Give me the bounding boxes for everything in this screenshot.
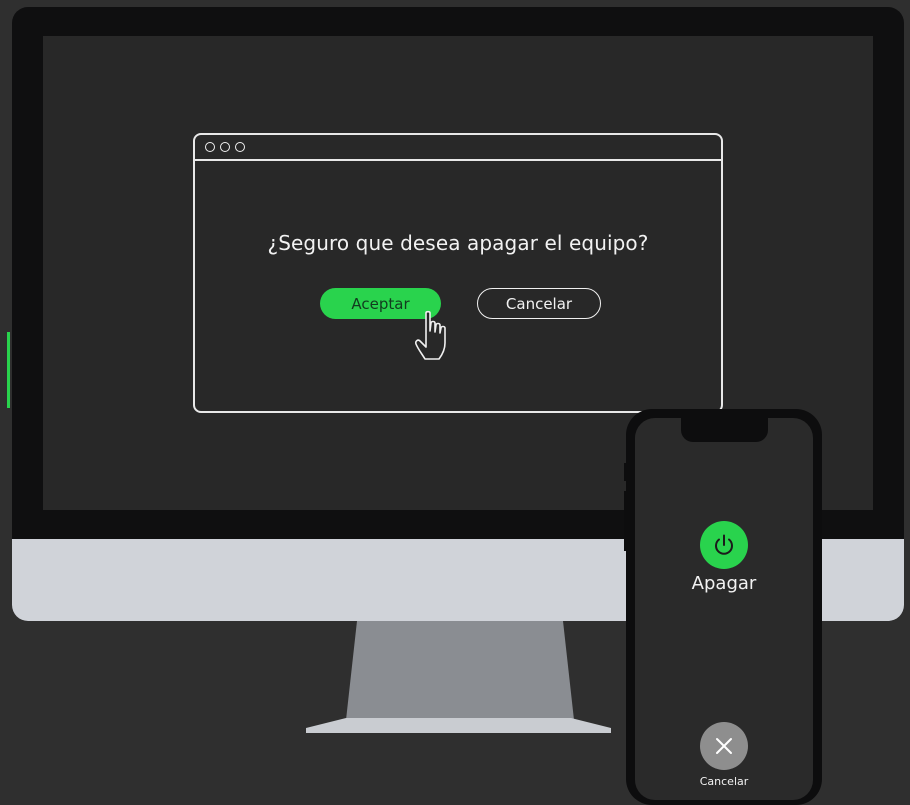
phone-side-button [624,463,627,481]
phone-notch [681,418,768,442]
power-label: Apagar [691,573,757,594]
window-dot-icon [220,142,230,152]
power-icon [715,534,733,555]
power-button[interactable] [700,521,748,569]
cancel-button[interactable]: Cancelar [477,288,601,319]
shutdown-dialog-window: ¿Seguro que desea apagar el equipo? Acep… [193,133,723,413]
close-icon [716,738,732,754]
phone-cancel-button[interactable] [700,722,748,770]
side-accent-line [7,332,10,408]
monitor-stand-base [306,718,611,733]
window-dot-icon [205,142,215,152]
window-dot-icon [235,142,245,152]
phone-screen: Apagar Cancelar [635,418,813,800]
phone-cancel-label: Cancelar [699,775,749,788]
dialog-titlebar [195,135,721,161]
phone-side-button [624,491,627,551]
dialog-question: ¿Seguro que desea apagar el equipo? [267,231,649,255]
smartphone: Apagar Cancelar [624,409,822,805]
monitor-stand-neck [346,621,574,720]
pointer-hand-icon [415,310,446,360]
